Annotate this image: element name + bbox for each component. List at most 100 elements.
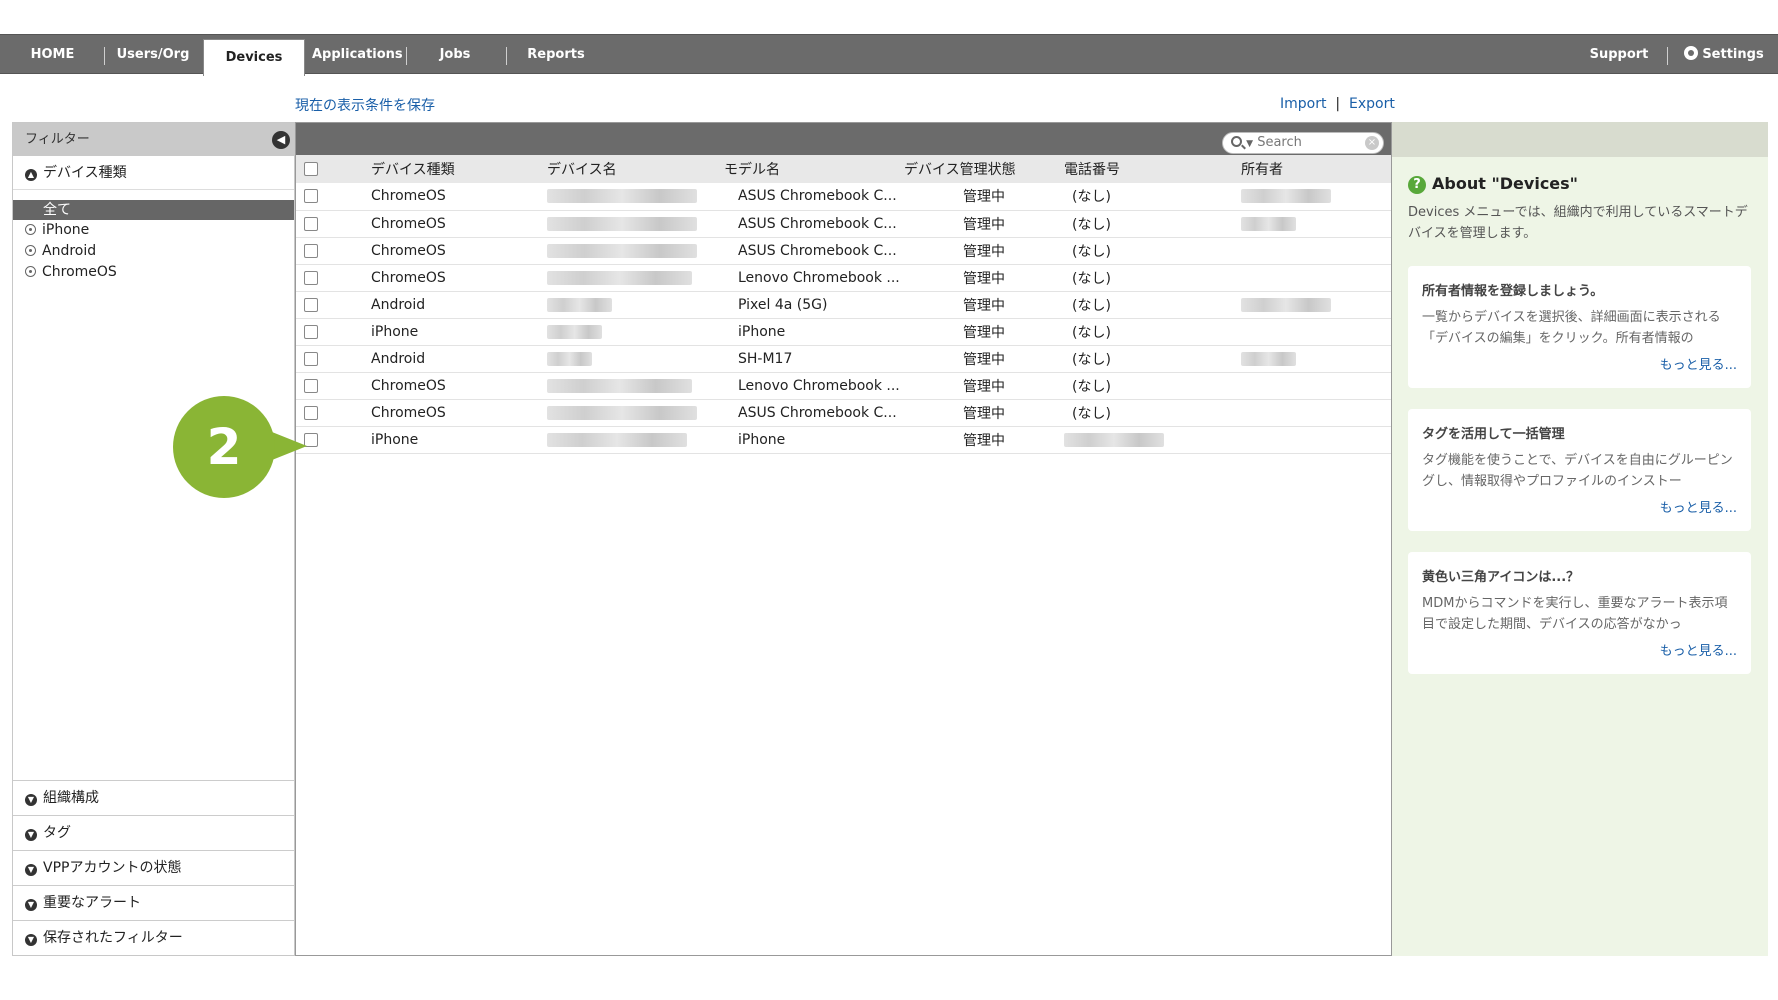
cell-status: 管理中 [963, 378, 1005, 395]
card-body: MDMからコマンドを実行し、重要なアラート表示項目で設定した期間、デバイスの応答… [1422, 596, 1728, 632]
column-header[interactable]: 所有者 [1241, 155, 1391, 183]
nav-settings[interactable]: Settings [1680, 35, 1768, 75]
nav-support[interactable]: Support [1582, 35, 1656, 75]
cell-device-name [547, 345, 724, 372]
cell-device-name [547, 210, 724, 237]
nav-reports[interactable]: Reports [520, 35, 592, 75]
cell-model: ASUS Chromebook C... [738, 242, 897, 259]
read-more-link[interactable]: もっと見る... [1422, 497, 1737, 516]
save-view-link[interactable]: 現在の表示条件を保存 [295, 95, 435, 115]
cell-model: Lenovo Chromebook ... [738, 377, 900, 394]
nav-home[interactable]: HOME [20, 35, 85, 75]
cell-owner [1241, 318, 1391, 345]
search-input[interactable]: ▼ Search × [1222, 132, 1384, 154]
cell-status: 管理中 [963, 324, 1005, 341]
row-checkbox[interactable] [304, 243, 318, 258]
card-title: 黄色い三角アイコンは...？ [1422, 570, 1580, 585]
row-checkbox[interactable] [304, 270, 318, 285]
filter-section-device-type[interactable]: ▲ デバイス種類 [13, 156, 294, 190]
filter-section-tag[interactable]: ▼ タグ [13, 815, 294, 850]
cell-status: 管理中 [963, 405, 1005, 422]
nav-applications[interactable]: Applications [312, 35, 403, 75]
dropdown-caret-icon: ▼ [1246, 139, 1254, 149]
cell-status: 管理中 [963, 189, 1005, 206]
card-title: タグを活用して一括管理 [1422, 427, 1565, 442]
nav-devices[interactable]: Devices [203, 39, 305, 76]
row-checkbox[interactable] [304, 405, 318, 420]
export-link[interactable]: Export [1349, 96, 1395, 112]
table-row[interactable]: ChromeOS ASUS Chromebook C... 管理中 (なし) [296, 183, 1391, 210]
import-export-links: Import | Export [1280, 96, 1395, 112]
filter-section-alerts[interactable]: ▼ 重要なアラート [13, 885, 294, 920]
cell-phone: (なし) [1072, 189, 1111, 206]
cell-status: 管理中 [963, 432, 1005, 449]
device-type-all[interactable]: 全て [13, 200, 294, 220]
table-row[interactable]: iPhone iPhone 管理中 [296, 426, 1391, 453]
cell-phone: (なし) [1072, 216, 1111, 233]
filter-section-saved[interactable]: ▼ 保存されたフィルター [13, 920, 294, 955]
row-checkbox[interactable] [304, 324, 318, 339]
card-body: タグ機能を使うことで、デバイスを自由にグルーピングし、情報取得やプロファイルのイ… [1422, 453, 1733, 489]
help-panel: ? About "Devices" Devices メニューでは、組織内で利用して… [1392, 122, 1768, 956]
help-title-text: About "Devices" [1432, 174, 1579, 193]
filter-section-vpp[interactable]: ▼ VPPアカウントの状態 [13, 850, 294, 885]
table-row[interactable]: iPhone iPhone 管理中 (なし) [296, 318, 1391, 345]
cell-device-type: ChromeOS [371, 242, 446, 259]
nav-users-org[interactable]: Users/Org [110, 35, 196, 75]
table-row[interactable]: ChromeOS Lenovo Chromebook ... 管理中 (なし) [296, 372, 1391, 399]
redacted-device-name [547, 405, 697, 420]
redacted-device-name [547, 351, 592, 366]
read-more-link[interactable]: もっと見る... [1422, 640, 1737, 659]
radio-icon [25, 224, 36, 235]
row-checkbox[interactable] [304, 378, 318, 393]
cell-device-type: iPhone [371, 323, 419, 340]
chevron-down-icon: ▼ [25, 899, 37, 911]
row-checkbox[interactable] [304, 216, 318, 231]
column-header[interactable]: モデル名 [724, 155, 904, 183]
cell-model: ASUS Chromebook C... [738, 188, 897, 205]
column-header[interactable]: 電話番号 [1064, 155, 1241, 183]
help-card: 所有者情報を登録しましょう。 一覧からデバイスを選択後、詳細画面に表示される「デ… [1408, 266, 1751, 388]
section-label: VPPアカウントの状態 [43, 860, 182, 876]
nav-jobs[interactable]: Jobs [420, 35, 490, 75]
cell-owner [1241, 399, 1391, 426]
read-more-link[interactable]: もっと見る... [1422, 354, 1737, 373]
table-row[interactable]: ChromeOS ASUS Chromebook C... 管理中 (なし) [296, 399, 1391, 426]
table-row[interactable]: Android Pixel 4a (5G) 管理中 (なし) [296, 291, 1391, 318]
import-link[interactable]: Import [1280, 96, 1326, 112]
select-all-checkbox[interactable] [304, 162, 318, 176]
cell-device-name [547, 264, 724, 291]
redacted-device-name [547, 378, 692, 393]
table-row[interactable]: ChromeOS ASUS Chromebook C... 管理中 (なし) [296, 210, 1391, 237]
column-header[interactable]: デバイス名 [547, 155, 724, 183]
row-checkbox[interactable] [304, 351, 318, 366]
device-type-iphone[interactable]: iPhone [13, 220, 294, 241]
cell-owner [1241, 426, 1391, 453]
cell-model: SH-M17 [738, 350, 793, 367]
table-row[interactable]: Android SH-M17 管理中 (なし) [296, 345, 1391, 372]
cell-device-name [547, 426, 724, 453]
redacted-device-name [547, 243, 697, 258]
cell-phone: (なし) [1072, 243, 1111, 260]
table-row[interactable]: ChromeOS ASUS Chromebook C... 管理中 (なし) [296, 237, 1391, 264]
chevron-up-icon: ▲ [25, 169, 37, 181]
row-checkbox[interactable] [304, 297, 318, 312]
device-type-chromeos[interactable]: ChromeOS [13, 262, 294, 283]
table-row[interactable]: ChromeOS Lenovo Chromebook ... 管理中 (なし) [296, 264, 1391, 291]
gear-icon [1684, 46, 1699, 60]
chevron-down-icon: ▼ [25, 829, 37, 841]
row-checkbox[interactable] [304, 189, 318, 204]
device-type-android[interactable]: Android [13, 241, 294, 262]
search-icon [1231, 136, 1242, 147]
cell-status: 管理中 [963, 270, 1005, 287]
help-card: 黄色い三角アイコンは...？ MDMからコマンドを実行し、重要なアラート表示項目… [1408, 552, 1751, 674]
radio-icon [25, 266, 36, 277]
clear-icon[interactable]: × [1365, 136, 1379, 150]
cell-device-type: Android [371, 296, 426, 313]
redacted-owner [1241, 216, 1296, 231]
filter-section-org[interactable]: ▼ 組織構成 [13, 780, 294, 815]
column-header[interactable]: デバイス管理状態 [904, 155, 1064, 183]
column-header[interactable]: デバイス種類 [371, 155, 547, 183]
collapse-panel-icon[interactable]: ◀ [272, 131, 290, 149]
redacted-owner [1241, 189, 1331, 204]
